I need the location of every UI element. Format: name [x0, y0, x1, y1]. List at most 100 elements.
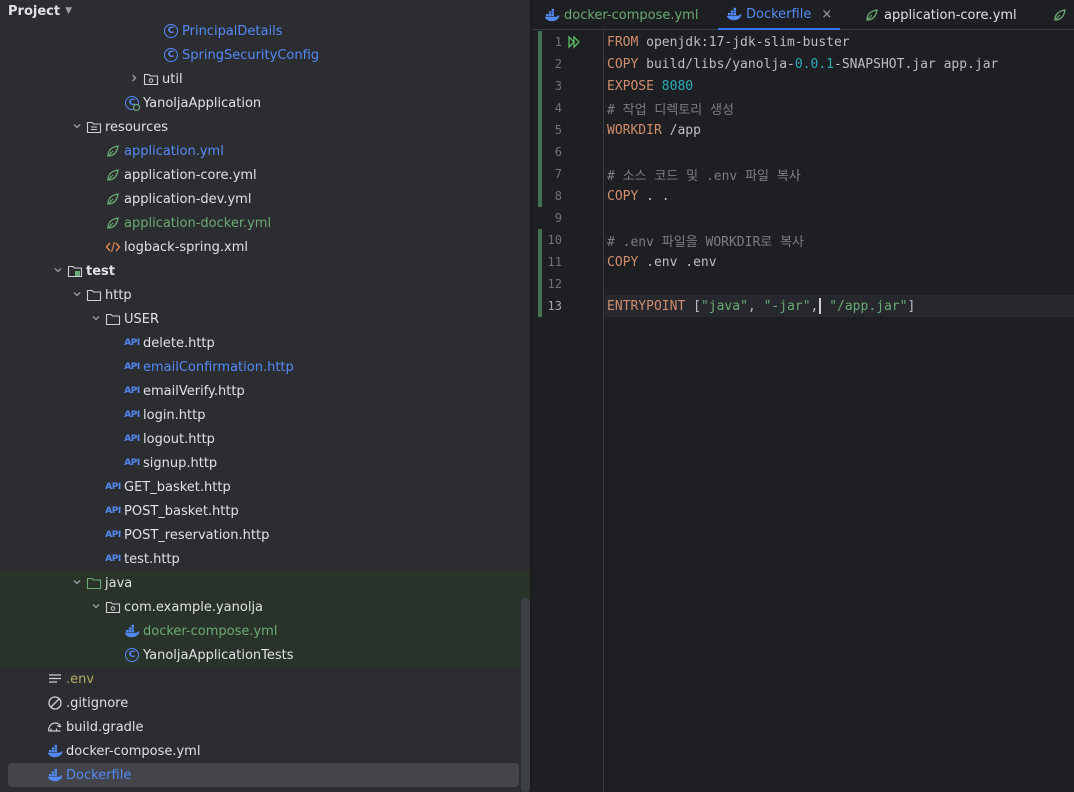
tree-item[interactable]: docker-compose.yml [0, 619, 530, 643]
tree-item[interactable]: application-core.yml [0, 163, 530, 187]
vcs-change-marker[interactable] [538, 273, 542, 295]
vcs-change-marker[interactable] [538, 141, 542, 163]
tree-item[interactable]: application-dev.yml [0, 187, 530, 211]
chevron-down-icon[interactable] [69, 577, 85, 590]
tree-item[interactable]: util [0, 67, 530, 91]
tree-item[interactable]: build.gradle [0, 715, 530, 739]
chevron-down-icon[interactable]: ▼ [65, 6, 72, 16]
vcs-change-marker[interactable] [538, 97, 542, 119]
chevron-right-icon[interactable] [126, 73, 142, 86]
tree-item[interactable]: http [0, 283, 530, 307]
tree-item[interactable]: API POST_reservation.http [0, 523, 530, 547]
api-icon: API [124, 458, 140, 468]
chevron-down-icon[interactable] [50, 265, 66, 278]
tree-item[interactable]: C YanoljaApplication [0, 91, 530, 115]
vcs-change-marker[interactable] [538, 31, 542, 53]
tree-item-label: .gitignore [66, 695, 129, 711]
code-token: ] [907, 298, 916, 314]
code-line[interactable]: WORKDIR /app [605, 119, 1074, 141]
code-line[interactable]: ENTRYPOINT ["java", "-jar", "/app.jar"] [605, 295, 1074, 317]
tree-item[interactable]: C PrincipalDetails [0, 19, 530, 43]
code-token: # 작업 디렉토리 생성 [607, 102, 734, 118]
tree-item[interactable]: API emailConfirmation.http [0, 355, 530, 379]
gutter-line[interactable]: 8 [532, 185, 604, 207]
gutter-line[interactable]: 6 [532, 141, 604, 163]
code-line[interactable]: # 작업 디렉토리 생성 [605, 97, 1074, 119]
tree-scrollbar[interactable] [521, 598, 530, 792]
api-icon: API [105, 482, 121, 492]
code-line[interactable]: EXPOSE 8080 [605, 75, 1074, 97]
tree-item[interactable]: API test.http [0, 547, 530, 571]
tree-item[interactable]: java [0, 571, 530, 595]
tree-item[interactable]: API login.http [0, 403, 530, 427]
gutter-line[interactable]: 9 [532, 207, 604, 229]
code-token: "/app.jar" [829, 298, 908, 314]
gutter-line[interactable]: 12 [532, 273, 604, 295]
close-icon[interactable]: × [821, 7, 832, 22]
gutter-line[interactable]: 2 [532, 53, 604, 75]
api-icon: API [124, 434, 140, 444]
ignore-file-icon [46, 695, 64, 711]
code-line[interactable]: COPY build/libs/yanolja- 0.0.1 -SNAPSHOT.j… [605, 53, 1074, 75]
code-line[interactable] [605, 207, 1074, 229]
tree-item[interactable]: API logout.http [0, 427, 530, 451]
tree-item[interactable]: application.yml [0, 139, 530, 163]
vcs-change-marker[interactable] [538, 295, 542, 317]
gutter-line[interactable]: 13 [532, 295, 604, 317]
class-icon: C [162, 47, 180, 63]
tree-item[interactable]: API emailVerify.http [0, 379, 530, 403]
tree-item[interactable]: .env [0, 667, 530, 691]
gutter-line[interactable]: 11 [532, 251, 604, 273]
tree-item[interactable]: C SpringSecurityConfig [0, 43, 530, 67]
tree-item[interactable]: logback-spring.xml [0, 235, 530, 259]
code-line[interactable]: # .env 파일을 WORKDIR로 복사 [605, 229, 1074, 251]
code-line[interactable]: COPY . . [605, 185, 1074, 207]
docker-icon [46, 767, 64, 783]
spring-yml-icon[interactable] [1052, 7, 1068, 27]
vcs-change-marker[interactable] [538, 163, 542, 185]
tree-item[interactable]: test [0, 259, 530, 283]
tree-item[interactable]: Dockerfile [0, 763, 530, 787]
gutter-line[interactable]: 5 [532, 119, 604, 141]
tree-item[interactable]: API delete.http [0, 331, 530, 355]
chevron-down-icon[interactable] [88, 601, 104, 614]
api-icon: API [124, 338, 140, 348]
editor-tab[interactable]: Dockerfile × [718, 0, 841, 30]
gutter-line[interactable]: 4 [532, 97, 604, 119]
code-area[interactable]: FROM openjdk:17-jdk-slim-buster COPY buil… [605, 31, 1074, 792]
vcs-change-marker[interactable] [538, 185, 542, 207]
tree-item[interactable]: USER [0, 307, 530, 331]
gutter-line[interactable]: 10 [532, 229, 604, 251]
editor-tab[interactable]: docker-compose.yml [544, 0, 698, 30]
tree-item[interactable]: docker-compose.yml [0, 739, 530, 763]
gutter-line[interactable]: 1 [532, 31, 604, 53]
tree-item[interactable]: C YanoljaApplicationTests [0, 643, 530, 667]
line-number: 4 [554, 101, 562, 115]
vcs-change-marker[interactable] [538, 53, 542, 75]
chevron-down-icon[interactable] [69, 289, 85, 302]
tree-item[interactable]: com.example.yanolja [0, 595, 530, 619]
gutter-line[interactable]: 3 [532, 75, 604, 97]
tree-item[interactable]: application-docker.yml [0, 211, 530, 235]
code-line[interactable]: # 소스 코드 및 .env 파일 복사 [605, 163, 1074, 185]
editor-tab[interactable]: application-core.yml [864, 0, 1017, 30]
tree-item[interactable]: API signup.http [0, 451, 530, 475]
tree-item[interactable]: API POST_basket.http [0, 499, 530, 523]
line-number: 10 [547, 233, 562, 247]
code-line[interactable] [605, 141, 1074, 163]
chevron-down-icon[interactable] [69, 121, 85, 134]
tree-item-label: application-dev.yml [124, 191, 252, 207]
code-line[interactable] [605, 273, 1074, 295]
vcs-change-marker[interactable] [538, 75, 542, 97]
vcs-change-marker[interactable] [538, 119, 542, 141]
code-line[interactable]: FROM openjdk:17-jdk-slim-buster [605, 31, 1074, 53]
code-line[interactable]: COPY .env .env [605, 251, 1074, 273]
tree-item[interactable]: API GET_basket.http [0, 475, 530, 499]
tree-item[interactable]: .gitignore [0, 691, 530, 715]
gutter-line[interactable]: 7 [532, 163, 604, 185]
vcs-change-marker[interactable] [538, 229, 542, 251]
chevron-down-icon[interactable] [88, 313, 104, 326]
run-icon[interactable] [567, 35, 581, 53]
tree-item[interactable]: resources [0, 115, 530, 139]
vcs-change-marker[interactable] [538, 251, 542, 273]
